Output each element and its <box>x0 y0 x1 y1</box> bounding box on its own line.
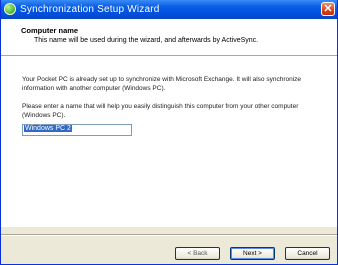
computer-name-input[interactable]: Windows PC 2 <box>22 124 132 136</box>
back-button[interactable]: < Back <box>175 247 220 260</box>
title-bar[interactable]: Synchronization Setup Wizard ✕ <box>1 0 337 19</box>
wizard-window: Synchronization Setup Wizard ✕ Computer … <box>0 0 338 265</box>
page-subtitle: This name will be used during the wizard… <box>34 37 259 44</box>
next-button[interactable]: Next > <box>230 247 275 260</box>
activesync-icon <box>4 3 16 15</box>
cancel-button[interactable]: Cancel <box>285 247 330 260</box>
wizard-content: Your Pocket PC is already set up to sync… <box>1 56 337 227</box>
wizard-header: Computer name This name will be used dur… <box>1 19 337 56</box>
instruction-paragraph: Please enter a name that will help you e… <box>22 103 299 119</box>
computer-name-value: Windows PC 2 <box>24 125 72 132</box>
close-icon[interactable]: ✕ <box>321 2 335 16</box>
page-title: Computer name <box>21 26 79 35</box>
wizard-footer: < Back Next > Cancel <box>1 236 337 264</box>
info-paragraph: Your Pocket PC is already set up to sync… <box>22 76 302 92</box>
window-title: Synchronization Setup Wizard <box>20 4 160 15</box>
